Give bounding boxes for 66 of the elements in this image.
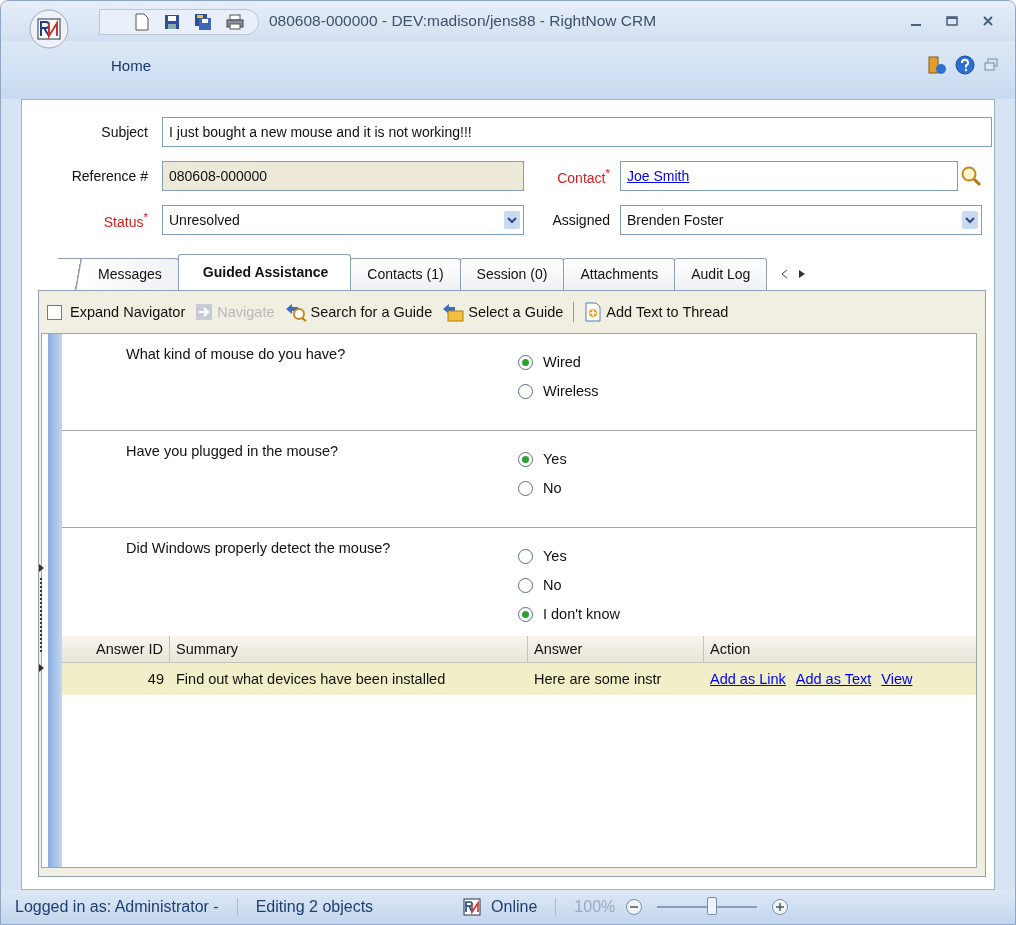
new-document-icon[interactable] [134, 13, 150, 31]
toolbar-button[interactable]: Add Text to Thread [584, 302, 729, 322]
reference-field: 080608-000000 [162, 161, 524, 191]
book-help-icon[interactable] [927, 55, 947, 75]
radio-option[interactable]: No [518, 480, 567, 496]
scroll-right-icon[interactable] [798, 269, 807, 279]
search-icon[interactable] [960, 165, 982, 187]
tab[interactable]: Session (0) [459, 258, 565, 290]
subject-field[interactable]: I just bought a new mouse and it is not working!!! [162, 117, 992, 147]
table-cell-text: Find out what devices have been installed [175, 671, 447, 687]
radio-option[interactable]: Yes [518, 451, 567, 467]
question-text: What kind of mouse do you have? [125, 346, 347, 364]
splitter-grip-icon[interactable] [38, 564, 46, 674]
table-cell-text: Here are some instr [533, 671, 663, 687]
field-label: Assigned [551, 212, 611, 228]
tab[interactable]: Attachments [563, 258, 676, 290]
arrow-folder-icon [442, 302, 465, 322]
question-text: Have you plugged in the mouse? [125, 443, 339, 461]
scroll-left-icon[interactable] [780, 269, 789, 279]
radio-option[interactable]: Wireless [518, 383, 599, 399]
save-icon[interactable] [164, 14, 180, 30]
home-tab[interactable]: Home [111, 56, 151, 74]
contact-link[interactable]: Joe Smith [627, 168, 690, 184]
contact-field[interactable]: Joe Smith [620, 161, 958, 191]
document-add-icon [584, 302, 603, 322]
field-label: Contact$^{*}$ [556, 166, 611, 186]
table-cell-text: 49 [146, 671, 165, 687]
zoom-slider-thumb[interactable] [707, 897, 718, 915]
tab[interactable]: Contacts (1) [350, 258, 461, 290]
connection-status: Online [491, 898, 538, 916]
zoom-level: 100% [574, 898, 616, 916]
question-text: Did Windows properly detect the mouse? [125, 540, 392, 558]
status-dropdown[interactable]: Unresolved [162, 205, 524, 235]
tab[interactable]: Audit Log [674, 258, 768, 290]
radio-option[interactable]: Wired [518, 354, 599, 370]
app-logo-icon [463, 898, 482, 916]
arrow-right-icon [195, 303, 214, 321]
action-link[interactable]: View [881, 671, 913, 687]
print-icon[interactable] [226, 14, 244, 30]
column-header[interactable]: Action [704, 636, 976, 662]
column-header[interactable]: Summary [170, 636, 528, 662]
toolbar-button[interactable]: Select a Guide [442, 302, 564, 322]
zoom-out-icon[interactable] [625, 898, 644, 916]
save-all-icon[interactable] [194, 13, 212, 31]
toolbar-button[interactable]: Search for a Guide [284, 302, 433, 322]
status-text: Editing 2 objects [255, 898, 374, 916]
window-title: 080608-000000 - DEV:madison/jens88 - RightNow CRM [269, 12, 657, 30]
help-icon[interactable] [955, 55, 975, 75]
column-header[interactable]: Answer ID [62, 636, 170, 662]
radio-option[interactable]: Yes [518, 548, 620, 564]
zoom-in-icon[interactable] [771, 898, 790, 916]
maximize-icon[interactable] [945, 14, 959, 28]
field-label: Status$^{*}$ [102, 210, 149, 230]
radio-option[interactable]: I don't know [518, 606, 620, 622]
close-icon[interactable] [981, 14, 995, 28]
action-link[interactable]: Add as Text [795, 671, 872, 687]
tab[interactable]: Messages [58, 258, 179, 290]
expand-navigator-checkbox[interactable]: Expand Navigator [47, 304, 186, 320]
column-header[interactable]: Answer [528, 636, 704, 662]
assigned-dropdown[interactable]: Brenden Foster [620, 205, 982, 235]
action-link[interactable]: Add as Link [710, 671, 786, 687]
arrow-magnifier-icon [284, 302, 307, 322]
field-label: Subject [100, 124, 149, 140]
field-label: Reference # [70, 168, 149, 184]
radio-option[interactable]: No [518, 577, 620, 593]
status-text: Logged in as: Administrator - [15, 898, 219, 916]
